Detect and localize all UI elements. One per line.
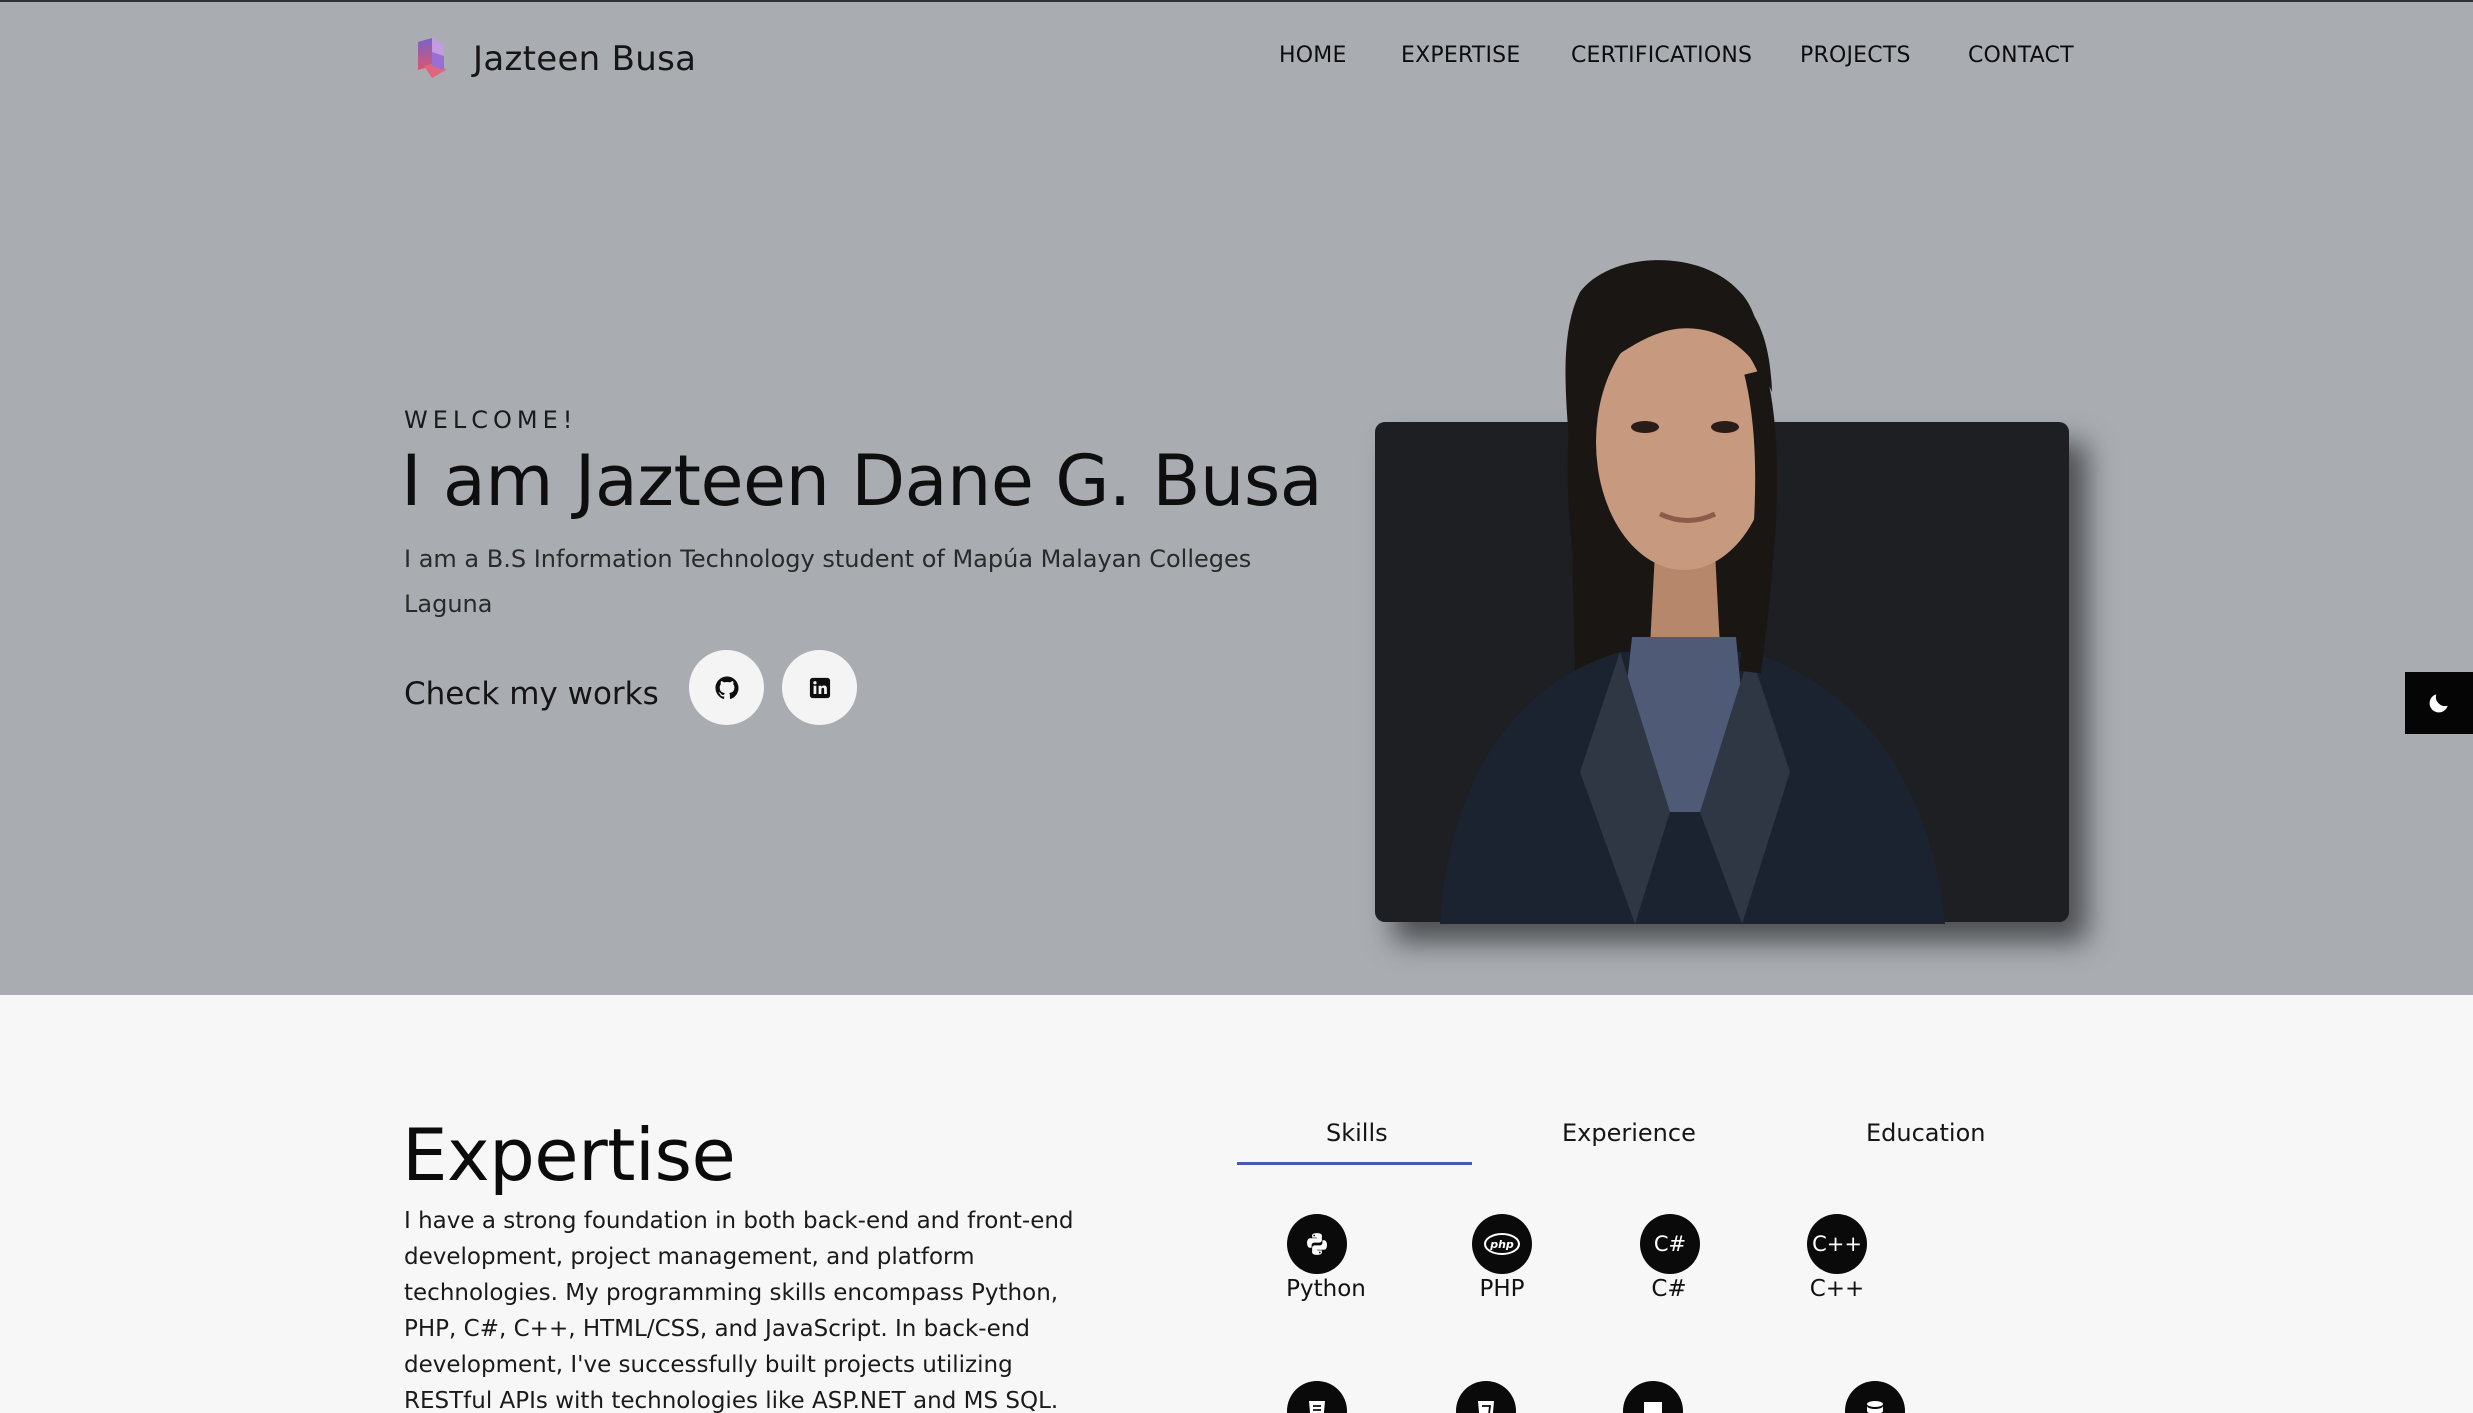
hero-title: I am Jazteen Dane G. Busa: [401, 440, 1323, 522]
linkedin-icon: [809, 677, 830, 698]
hero-description: I am a B.S Information Technology studen…: [404, 545, 1252, 618]
python-icon: [1287, 1214, 1347, 1274]
nav-projects[interactable]: PROJECTS: [1800, 43, 1911, 68]
expertise-title: Expertise: [402, 1113, 736, 1197]
nav-contact[interactable]: CONTACT: [1968, 43, 2074, 68]
tab-education[interactable]: Education: [1866, 1119, 1985, 1147]
profile-portrait: [1440, 260, 1945, 924]
skill-label-python: Python: [1286, 1276, 1366, 1302]
check-works-label: Check my works: [404, 676, 659, 712]
javascript-icon: [1623, 1381, 1683, 1413]
nav-expertise[interactable]: EXPERTISE: [1401, 43, 1520, 68]
github-icon: [715, 676, 738, 699]
github-button[interactable]: [689, 650, 764, 725]
active-tab-indicator: [1237, 1162, 1472, 1165]
moon-icon: [2429, 694, 2448, 713]
nav-home[interactable]: HOME: [1279, 43, 1347, 68]
php-icon: php: [1472, 1214, 1532, 1274]
linkedin-button[interactable]: [782, 650, 857, 725]
main-nav: HOME EXPERTISE CERTIFICATIONS PROJECTS C…: [0, 43, 2473, 73]
theme-toggle-button[interactable]: [2405, 672, 2473, 734]
tab-skills[interactable]: Skills: [1326, 1119, 1388, 1147]
skill-label-cplusplus: C++: [1809, 1276, 1865, 1302]
database-icon: [1845, 1381, 1905, 1413]
cplusplus-icon: C++: [1807, 1214, 1867, 1274]
html5-icon: [1287, 1381, 1347, 1413]
skill-label-csharp: C#: [1651, 1276, 1687, 1302]
expertise-description: I have a strong foundation in both back-…: [404, 1208, 1074, 1413]
welcome-text: WELCOME!: [404, 406, 578, 434]
tab-experience[interactable]: Experience: [1562, 1119, 1696, 1147]
hero-section: Jazteen Busa HOME EXPERTISE CERTIFICATIO…: [0, 0, 2473, 995]
nav-certifications[interactable]: CERTIFICATIONS: [1571, 43, 1752, 68]
portfolio-page: Jazteen Busa HOME EXPERTISE CERTIFICATIO…: [0, 0, 2473, 1413]
svg-text:php: php: [1489, 1238, 1514, 1251]
css3-icon: [1456, 1381, 1516, 1413]
skill-label-php: PHP: [1479, 1276, 1525, 1302]
csharp-icon: C#: [1640, 1214, 1700, 1274]
